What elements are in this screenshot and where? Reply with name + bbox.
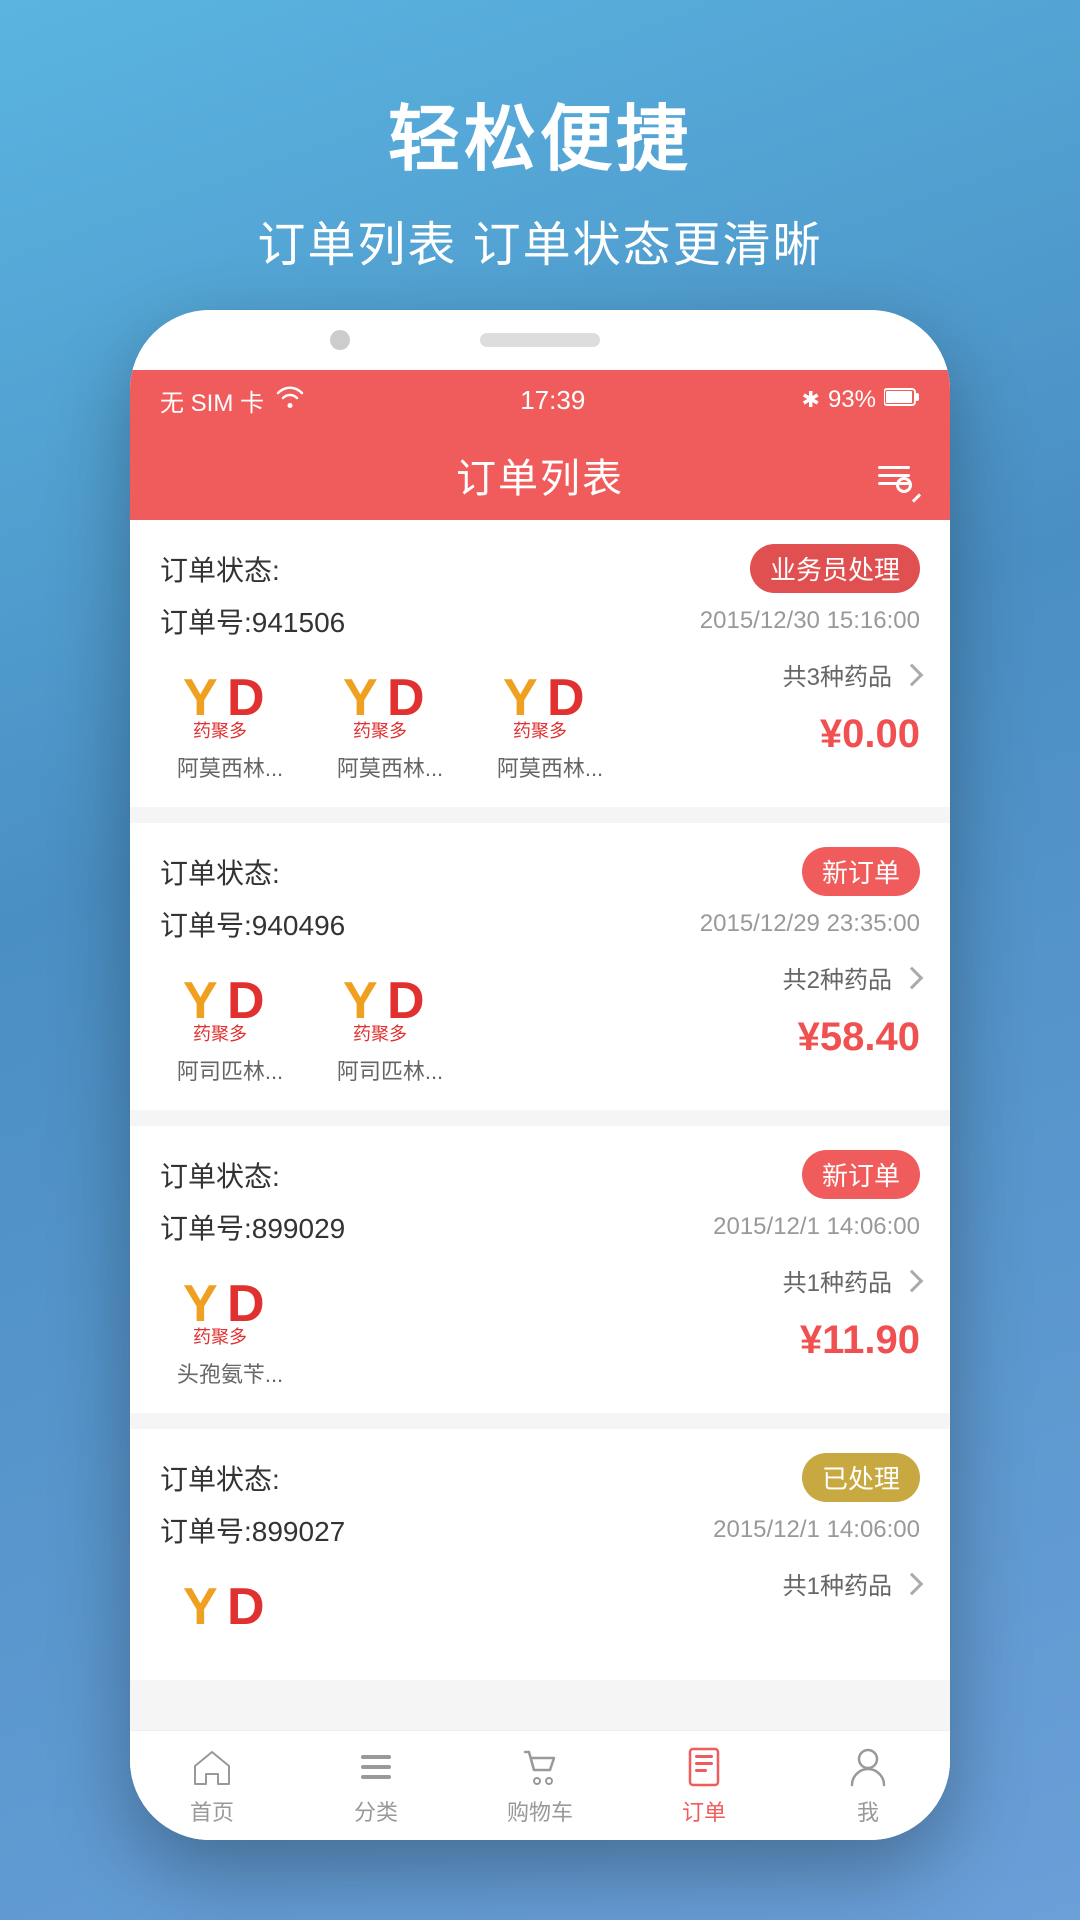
order-badge-2: 新订单 (802, 847, 920, 896)
svg-text:Y: Y (183, 1275, 218, 1333)
order-count-1: 共3种药品 (783, 657, 920, 692)
category-icon (354, 1745, 398, 1789)
status-bar: 无 SIM 卡 17:39 ✱ 93% (130, 370, 950, 430)
nav-title: 订单列表 (456, 446, 624, 504)
order-number-3: 订单号:899029 (160, 1207, 345, 1247)
order-price-1: ¥0.00 (820, 712, 920, 757)
nav-label-cart: 购物车 (507, 1795, 573, 1827)
svg-text:D: D (227, 1275, 265, 1333)
order-item-3[interactable]: 订单状态: 新订单 订单号:899029 2015/12/1 14:06:00 … (130, 1126, 950, 1413)
home-icon (190, 1745, 234, 1789)
svg-text:Y: Y (183, 972, 218, 1030)
bottom-nav: 首页 分类 (130, 1730, 950, 1840)
product-item: Y D (160, 1566, 300, 1656)
phone-top (130, 310, 950, 370)
order-date-3: 2015/12/1 14:06:00 (713, 1213, 920, 1241)
phone-speaker (480, 333, 600, 347)
product-item: Y D 药聚多 阿司匹林... (160, 960, 300, 1086)
svg-text:药聚多: 药聚多 (193, 1024, 247, 1044)
svg-text:药聚多: 药聚多 (193, 1327, 247, 1347)
svg-text:D: D (387, 669, 425, 727)
order-count-4: 共1种药品 (783, 1566, 920, 1601)
nav-label-home: 首页 (190, 1795, 234, 1827)
order-number-4: 订单号:899027 (160, 1510, 345, 1550)
product-item: Y D 药聚多 阿莫西林... (320, 657, 460, 783)
svg-text:D: D (387, 972, 425, 1030)
svg-text:Y: Y (343, 972, 378, 1030)
product-name: 阿莫西林... (337, 751, 443, 783)
svg-text:Y: Y (503, 669, 538, 727)
order-item-2[interactable]: 订单状态: 新订单 订单号:940496 2015/12/29 23:35:00… (130, 823, 950, 1110)
product-name: 阿莫西林... (497, 751, 603, 783)
product-item: Y D 药聚多 阿莫西林... (160, 657, 300, 783)
hero-subtitle: 订单列表 订单状态更清晰 (0, 205, 1080, 275)
svg-text:Y: Y (183, 1578, 218, 1636)
product-name: 阿莫西林... (177, 751, 283, 783)
bluetooth-icon: ✱ (802, 387, 820, 413)
nav-item-cart[interactable]: 购物车 (458, 1745, 622, 1827)
nav-label-category: 分类 (354, 1795, 398, 1827)
nav-item-category[interactable]: 分类 (294, 1745, 458, 1827)
svg-text:Y: Y (343, 669, 378, 727)
product-name: 阿司匹林... (177, 1054, 283, 1086)
svg-text:D: D (227, 1578, 265, 1636)
wifi-icon (276, 386, 304, 414)
order-item-1[interactable]: 订单状态: 业务员处理 订单号:941506 2015/12/30 15:16:… (130, 520, 950, 807)
order-number-2: 订单号:940496 (160, 904, 345, 944)
nav-item-home[interactable]: 首页 (130, 1745, 294, 1827)
search-filter-icon[interactable] (868, 449, 920, 501)
svg-text:药聚多: 药聚多 (193, 721, 247, 741)
status-time: 17:39 (520, 385, 585, 416)
svg-text:药聚多: 药聚多 (513, 721, 567, 741)
order-date-2: 2015/12/29 23:35:00 (700, 910, 920, 938)
product-name: 阿司匹林... (337, 1054, 443, 1086)
nav-bar: 订单列表 (130, 430, 950, 520)
nav-label-orders: 订单 (682, 1795, 726, 1827)
product-item: Y D 药聚多 头孢氨苄... (160, 1263, 300, 1389)
order-status-label-3: 订单状态: (160, 1155, 280, 1195)
nav-label-me: 我 (857, 1795, 879, 1827)
svg-text:药聚多: 药聚多 (353, 1024, 407, 1044)
battery-text: 93% (828, 386, 876, 414)
order-date-4: 2015/12/1 14:06:00 (713, 1516, 920, 1544)
phone-camera (330, 330, 350, 350)
nav-item-orders[interactable]: 订单 (622, 1745, 786, 1827)
battery-icon (884, 386, 920, 414)
svg-text:D: D (227, 972, 265, 1030)
order-status-label-4: 订单状态: (160, 1458, 280, 1498)
phone-mockup: 无 SIM 卡 17:39 ✱ 93% (130, 310, 950, 1840)
orders-icon (682, 1745, 726, 1789)
carrier-text: 无 SIM 卡 (160, 383, 264, 418)
order-item-4[interactable]: 订单状态: 已处理 订单号:899027 2015/12/1 14:06:00 … (130, 1429, 950, 1680)
order-price-2: ¥58.40 (798, 1015, 920, 1060)
svg-text:Y: Y (183, 669, 218, 727)
order-count-2: 共2种药品 (783, 960, 920, 995)
hero-title: 轻松便捷 (0, 80, 1080, 185)
order-number-1: 订单号:941506 (160, 601, 345, 641)
product-name: 头孢氨苄... (177, 1357, 283, 1389)
order-price-3: ¥11.90 (800, 1318, 920, 1363)
order-list: 订单状态: 业务员处理 订单号:941506 2015/12/30 15:16:… (130, 520, 950, 1840)
cart-icon (518, 1745, 562, 1789)
product-item: Y D 药聚多 阿莫西林... (480, 657, 620, 783)
order-count-3: 共1种药品 (783, 1263, 920, 1298)
svg-text:D: D (227, 669, 265, 727)
order-status-label-2: 订单状态: (160, 852, 280, 892)
order-badge-3: 新订单 (802, 1150, 920, 1199)
order-badge-1: 业务员处理 (750, 544, 920, 593)
product-item: Y D 药聚多 阿司匹林... (320, 960, 460, 1086)
order-date-1: 2015/12/30 15:16:00 (700, 607, 920, 635)
me-icon (846, 1745, 890, 1789)
svg-text:D: D (547, 669, 585, 727)
svg-text:药聚多: 药聚多 (353, 721, 407, 741)
order-badge-4: 已处理 (802, 1453, 920, 1502)
order-status-label-1: 订单状态: (160, 549, 280, 589)
nav-item-me[interactable]: 我 (786, 1745, 950, 1827)
